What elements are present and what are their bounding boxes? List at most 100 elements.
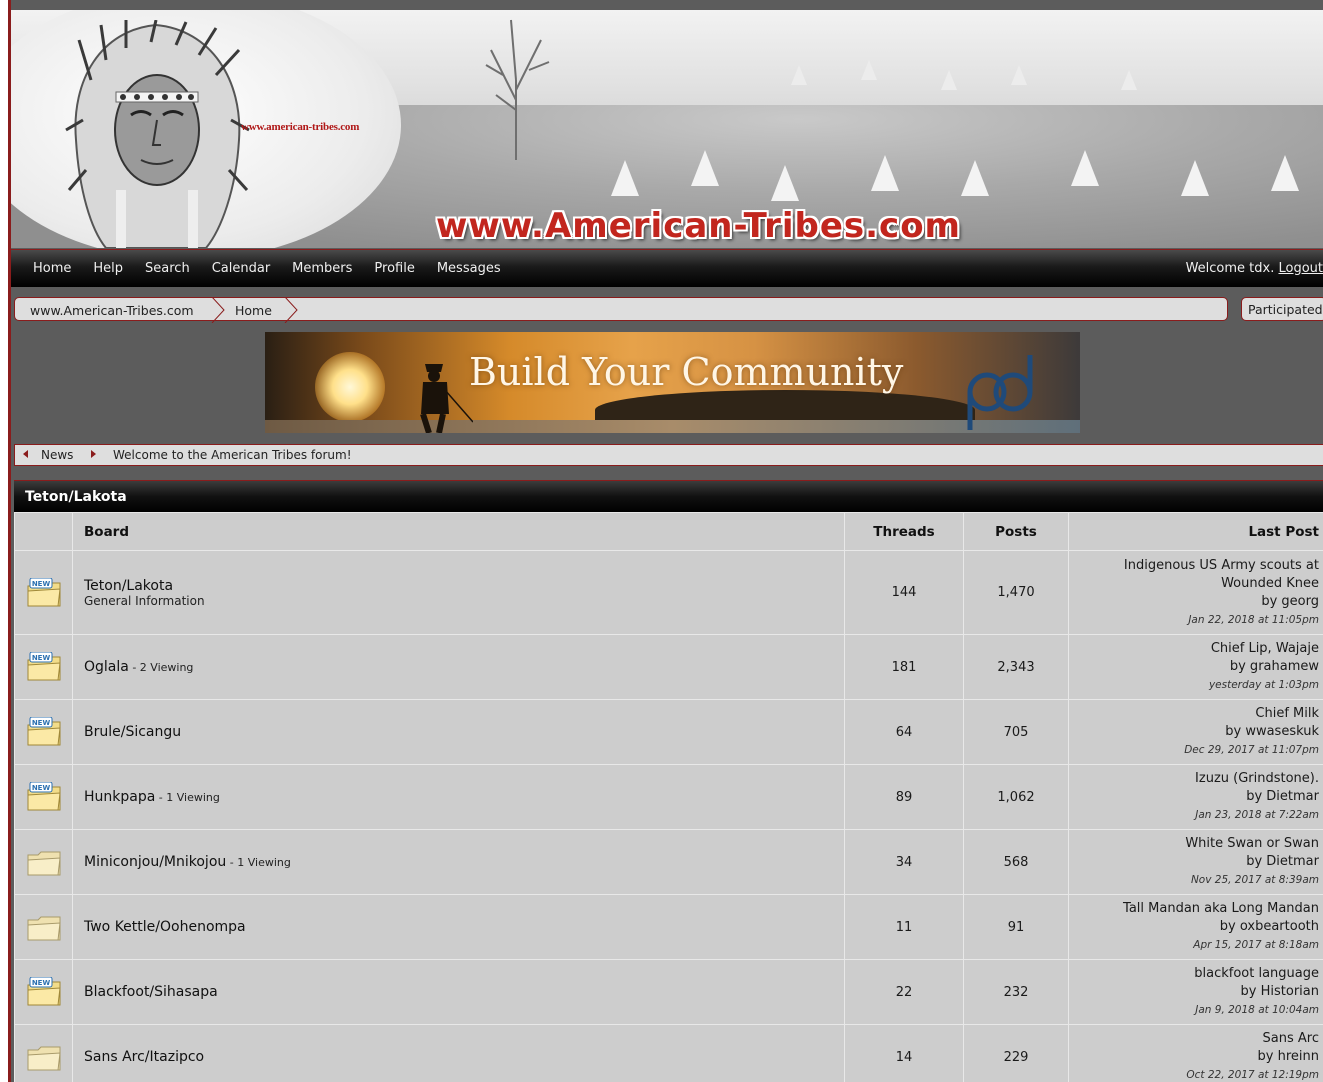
- folder-icon: [27, 851, 61, 876]
- logout-link[interactable]: Logout: [1278, 261, 1323, 276]
- last-post-cell: Chief Milk by wwaseskuk Dec 29, 2017 at …: [1068, 699, 1323, 765]
- last-post-cell: White Swan or Swan by Dietmar Nov 25, 20…: [1068, 829, 1323, 895]
- breadcrumb: www.American-Tribes.com Home: [14, 297, 1228, 323]
- board-cell: Sans Arc/Itazipco: [72, 1024, 845, 1082]
- chevron-right-icon: [211, 297, 225, 323]
- fisherman-illustration: [420, 364, 473, 433]
- board-name-link[interactable]: Sans Arc/Itazipco: [84, 1049, 204, 1065]
- last-post-thread-link[interactable]: White Swan or Swan: [1069, 835, 1319, 853]
- last-post-thread-link[interactable]: Tall Mandan aka Long Mandan: [1069, 900, 1319, 918]
- nav-help[interactable]: Help: [93, 261, 123, 276]
- sun-illustration: [315, 352, 385, 422]
- last-post-author-link[interactable]: by georg: [1069, 593, 1319, 611]
- folder-new-icon: NEW: [27, 717, 61, 746]
- last-post-author-link[interactable]: by Historian: [1069, 983, 1319, 1001]
- tipi-icon: [941, 70, 957, 90]
- table-row: Miniconjou/Mnikojou - 1 Viewing 34 568 W…: [14, 829, 1323, 895]
- threads-column-header: Threads: [844, 512, 964, 551]
- chief-portrait: [65, 20, 250, 248]
- posts-count: 1,470: [963, 550, 1069, 635]
- folder-new-icon: NEW: [27, 652, 61, 681]
- pb-logo-icon: [967, 355, 1033, 430]
- tipi-icon: [961, 160, 989, 196]
- participated-button[interactable]: Participated: [1241, 297, 1323, 321]
- table-row: Sans Arc/Itazipco 14 229 Sans Arc by hre…: [14, 1024, 1323, 1082]
- posts-count: 229: [963, 1024, 1069, 1082]
- viewing-count: - 1 Viewing: [226, 856, 291, 869]
- board-cell: Blackfoot/Sihasapa: [72, 959, 845, 1025]
- folder-icon: [27, 1046, 61, 1071]
- last-post-author-link[interactable]: by grahamew: [1069, 658, 1319, 676]
- last-post-author-link[interactable]: by hreinn: [1069, 1048, 1319, 1066]
- tipi-icon: [1071, 150, 1099, 186]
- board-cell: Hunkpapa - 1 Viewing: [72, 764, 845, 830]
- board-name-link[interactable]: Two Kettle/Oohenompa: [84, 919, 246, 935]
- svg-text:NEW: NEW: [31, 979, 50, 987]
- last-post-author-link[interactable]: by oxbeartooth: [1069, 918, 1319, 936]
- svg-text:NEW: NEW: [31, 654, 50, 662]
- last-post-thread-link[interactable]: Izuzu (Grindstone).: [1069, 770, 1319, 788]
- breadcrumb-site[interactable]: www.American-Tribes.com: [30, 303, 194, 318]
- last-post-date: Oct 22, 2017 at 12:19pm: [1186, 1069, 1319, 1081]
- last-post-author-link[interactable]: by Dietmar: [1069, 853, 1319, 871]
- threads-count: 89: [844, 764, 964, 830]
- last-post-date: Dec 29, 2017 at 11:07pm: [1184, 744, 1319, 756]
- last-post-date: Jan 23, 2018 at 7:22am: [1195, 809, 1319, 821]
- banner-site-title[interactable]: www.American-Tribes.com: [436, 206, 961, 246]
- threads-count: 181: [844, 634, 964, 700]
- arrow-left-icon[interactable]: [23, 450, 28, 458]
- tipi-icon: [691, 150, 719, 186]
- tipi-icon: [1011, 65, 1027, 85]
- arrow-right-icon[interactable]: [91, 450, 96, 458]
- board-status-cell: [14, 829, 73, 895]
- last-post-author-link[interactable]: by wwaseskuk: [1069, 723, 1319, 741]
- threads-count: 64: [844, 699, 964, 765]
- posts-count: 705: [963, 699, 1069, 765]
- last-post-thread-link[interactable]: Sans Arc: [1069, 1030, 1319, 1048]
- folder-icon: [27, 916, 61, 941]
- folder-new-icon: NEW: [27, 577, 61, 606]
- last-post-thread-link[interactable]: Chief Milk: [1069, 705, 1319, 723]
- board-cell: Oglala - 2 Viewing: [72, 634, 845, 700]
- nav-calendar[interactable]: Calendar: [212, 261, 270, 276]
- board-cell: Teton/Lakota General Information: [72, 550, 845, 635]
- threads-count: 22: [844, 959, 964, 1025]
- category-title[interactable]: Teton/Lakota: [14, 480, 1323, 512]
- nav-search[interactable]: Search: [145, 261, 190, 276]
- ad-banner[interactable]: Build Your Community: [265, 332, 1080, 433]
- main-navigation: Home Help Search Calendar Members Profil…: [11, 249, 1323, 287]
- board-cell: Two Kettle/Oohenompa: [72, 894, 845, 960]
- board-name-link[interactable]: Oglala: [84, 659, 129, 675]
- threads-count: 34: [844, 829, 964, 895]
- board-name-link[interactable]: Brule/Sicangu: [84, 724, 181, 740]
- tipi-icon: [1271, 155, 1299, 191]
- last-post-cell: blackfoot language by Historian Jan 9, 2…: [1068, 959, 1323, 1025]
- board-name-link[interactable]: Blackfoot/Sihasapa: [84, 984, 218, 1000]
- board-status-cell: [14, 1024, 73, 1082]
- breadcrumb-home[interactable]: Home: [235, 303, 272, 318]
- folder-new-icon: NEW: [27, 977, 61, 1006]
- last-post-thread-link[interactable]: blackfoot language: [1069, 965, 1319, 983]
- table-row: NEW Blackfoot/Sihasapa 22 232 blackfoot …: [14, 959, 1323, 1025]
- nav-home[interactable]: Home: [33, 261, 71, 276]
- board-status-cell: NEW: [14, 959, 73, 1025]
- page-frame: www.american-tribes.com www.American-Tri…: [8, 0, 1323, 1082]
- last-post-cell: Sans Arc by hreinn Oct 22, 2017 at 12:19…: [1068, 1024, 1323, 1082]
- nav-members[interactable]: Members: [292, 261, 352, 276]
- last-post-date: yesterday at 1:03pm: [1208, 679, 1319, 691]
- last-post-cell: Indigenous US Army scouts at Wounded Kne…: [1068, 550, 1323, 635]
- board-name-link[interactable]: Teton/Lakota: [84, 578, 173, 594]
- board-cell: Miniconjou/Mnikojou - 1 Viewing: [72, 829, 845, 895]
- board-name-link[interactable]: Hunkpapa: [84, 789, 155, 805]
- last-post-thread-link[interactable]: Indigenous US Army scouts at Wounded Kne…: [1069, 557, 1319, 593]
- last-post-author-link[interactable]: by Dietmar: [1069, 788, 1319, 806]
- nav-messages[interactable]: Messages: [437, 261, 501, 276]
- board-name-link[interactable]: Miniconjou/Mnikojou: [84, 854, 226, 870]
- nav-profile[interactable]: Profile: [374, 261, 414, 276]
- welcome-text: Welcome tdx.: [1185, 261, 1275, 276]
- posts-count: 568: [963, 829, 1069, 895]
- table-row: NEW Oglala - 2 Viewing 181 2,343 Chief L…: [14, 634, 1323, 700]
- last-post-thread-link[interactable]: Chief Lip, Wajaje: [1069, 640, 1319, 658]
- site-banner[interactable]: www.american-tribes.com www.American-Tri…: [11, 10, 1323, 248]
- threads-count: 14: [844, 1024, 964, 1082]
